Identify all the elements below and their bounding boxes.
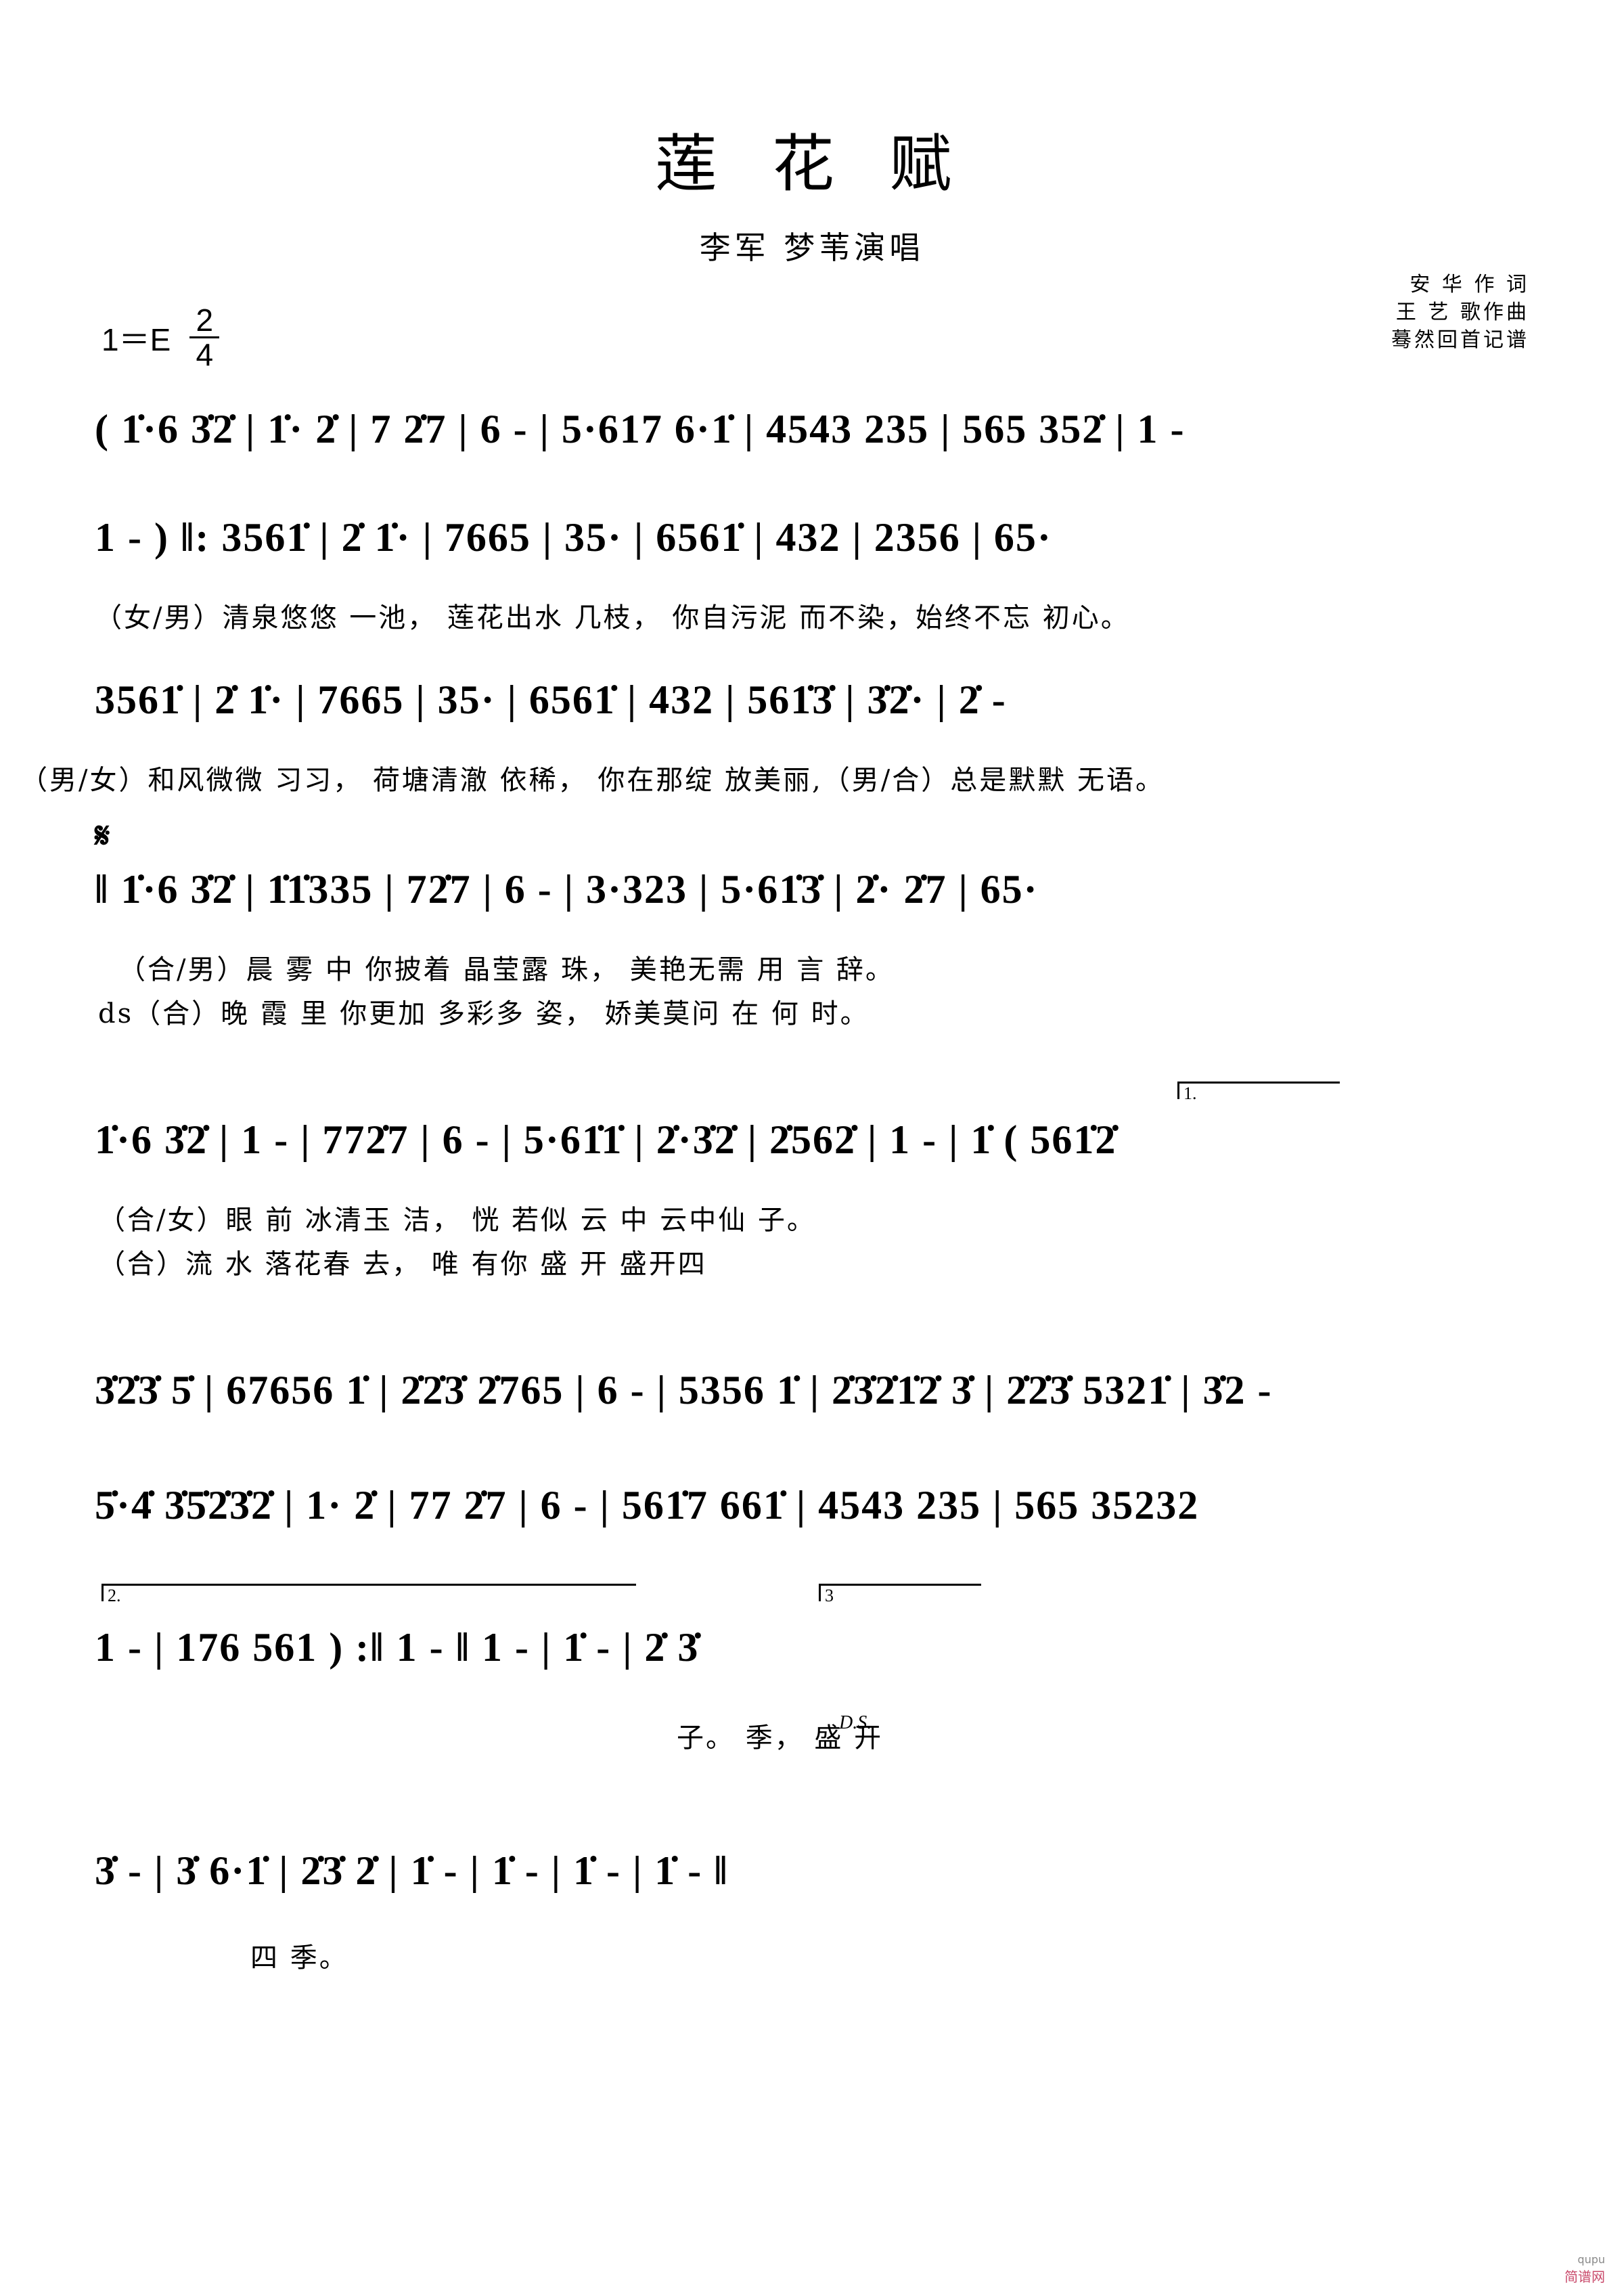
lyrics-line-4b: ds（合）晚 霞 里 你更加 多彩多 姿， 娇美莫问 在 何 时。 xyxy=(98,998,870,1029)
ending-bracket-2: 2. xyxy=(102,1584,636,1605)
ending-bracket-1: 1. xyxy=(1177,1082,1340,1103)
meter-numerator: 2 xyxy=(196,303,214,338)
notation-line-1: ( 1̇·6 3̇2̇ | 1̇· 2̇ | 7 2̇7 | 6 - | 5·6… xyxy=(95,407,1186,451)
notation-line-3: 3561̇ | 2̇ 1̇· | 7665 | 35· | 6561̇ | 43… xyxy=(95,677,1007,722)
lyrics-line-5b: （合）流 水 落花春 去， 唯 有你 盛 开 盛开四 xyxy=(98,1249,707,1280)
composer-credit: 王 艺 歌作曲 xyxy=(1395,300,1529,324)
segno-icon: 𝄋 xyxy=(95,817,110,855)
sheet-music-page: 莲 花 赋 李军 梦苇演唱 安 华 作 词 王 艺 歌作曲 蓦然回首记谱 1＝E… xyxy=(0,0,1624,2295)
watermark-site: 简谱网 xyxy=(1564,2269,1605,2285)
lyrics-line-8: 子。 季， 盛 开 xyxy=(677,1722,884,1754)
notation-line-9: 3̇ - | 3̇ 6·1̇ | 2̇3̇ 2̇ | 1̇ - | 1̇ - |… xyxy=(95,1848,729,1893)
page-title: 莲 花 赋 xyxy=(654,128,970,200)
key-signature: 1＝E xyxy=(102,321,171,357)
meter-denominator: 4 xyxy=(196,337,214,373)
lyrics-line-9: 四 季。 xyxy=(250,1942,348,1974)
watermark-note: qupu xyxy=(1577,2253,1605,2266)
transcriber-credit: 蓦然回首记谱 xyxy=(1391,328,1529,352)
notation-line-2: 1 - ) ‖: 3561̇ | 2̇ 1̇· | 7665 | 35· | 6… xyxy=(95,515,1052,560)
ending-label-3: 3 xyxy=(825,1586,834,1605)
time-signature: 2 4 xyxy=(189,303,220,373)
key-and-meter: 1＝E 2 4 xyxy=(102,303,220,373)
notation-line-4: ‖ 1̇·6 3̇2̇ | 1̇1̇335 | 72̇7 | 6 - | 3·3… xyxy=(95,867,1039,912)
ending-label-1: 1. xyxy=(1183,1084,1197,1103)
notation-line-6: 3̇2̇3̇ 5̇ | 67656 1̇ | 2̇2̇3̇ 2̇765 | 6 … xyxy=(95,1368,1273,1412)
notation-line-8: 1 - | 176 561 ) :‖ 1 - ‖ 1 - | 1̇ - | 2̇… xyxy=(95,1625,700,1670)
lyricist-credit: 安 华 作 词 xyxy=(1409,273,1529,296)
notation-line-5: 1̇·6 3̇2̇ | 1 - | 772̇7 | 6 - | 5·61̇1̇ … xyxy=(95,1117,1117,1162)
credits-block: 安 华 作 词 王 艺 歌作曲 蓦然回首记谱 xyxy=(1391,271,1529,354)
notation-line-7: 5̇·4̇ 3̇5̇2̇3̇2̇ | 1· 2̇ | 77 2̇7 | 6 - … xyxy=(95,1483,1200,1528)
lyrics-line-2: （女/男）清泉悠悠 一池， 莲花出水 几枝， 你自污泥 而不染，始终不忘 初心。 xyxy=(95,602,1130,633)
ending-bracket-3: 3 xyxy=(819,1584,981,1605)
ending-label-2: 2. xyxy=(108,1586,121,1605)
site-watermark: qupu 简谱网 xyxy=(1564,2253,1605,2286)
lyrics-line-5a: （合/女）眼 前 冰清玉 洁， 恍 若似 云 中 云中仙 子。 xyxy=(98,1205,816,1236)
lyrics-line-4a: （合/男）晨 雾 中 你披着 晶莹露 珠， 美艳无需 用 言 辞。 xyxy=(118,954,895,985)
lyrics-line-3: （男/女）和风微微 习习， 荷塘清澈 依稀， 你在那绽 放美丽,（男/合）总是默… xyxy=(20,765,1165,796)
performers: 李军 梦苇演唱 xyxy=(699,229,925,266)
